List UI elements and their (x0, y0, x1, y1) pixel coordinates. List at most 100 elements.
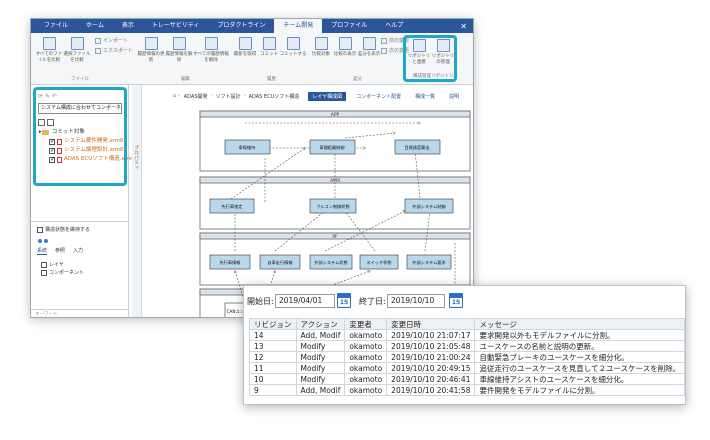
component[interactable]: 先行車推定 (209, 198, 255, 214)
compare-view-icon (338, 37, 352, 50)
diff-icon (362, 37, 376, 50)
export-button[interactable]: エクスポート (95, 47, 133, 54)
export-icon (95, 47, 101, 54)
property-strip[interactable]: プロパティ (132, 85, 142, 317)
tab-view[interactable]: 表示 (113, 19, 143, 33)
all-history-button[interactable]: すべての履歴情報を解除 (193, 37, 229, 64)
filter-item[interactable]: レイヤ (41, 261, 84, 269)
revert-button[interactable]: コミットする (279, 37, 307, 58)
component[interactable]: 先行車情報 (209, 254, 251, 270)
close-icon[interactable]: ✕ (454, 22, 473, 31)
end-date-input[interactable]: 2019/10/10 (387, 294, 445, 308)
home-icon[interactable]: ⌂ › (173, 93, 180, 99)
component-label: 外部システム状態 (314, 259, 347, 266)
calendar-icon[interactable]: 15 (337, 293, 351, 308)
layer-label: APP (331, 112, 340, 118)
table-header: リビジョン アクション 変更者 変更日時 メッセージ (249, 318, 686, 330)
import-icon (95, 37, 101, 44)
group-label-history: 履歴 (267, 77, 276, 82)
app-window: ファイル ホーム 表示 トレーサビリティ プロダクトライン チーム開発 プロファ… (30, 18, 474, 318)
table-row[interactable]: 11 Modify okamoto 2019/10/10 20:49:15 追従走行のユ… (249, 362, 686, 374)
component-label: 外部システム要求 (412, 259, 446, 266)
update-history-button[interactable]: 履歴情報の更新 (137, 37, 165, 64)
divider (31, 221, 129, 222)
column-author[interactable]: 変更者 (344, 318, 388, 330)
column-revision[interactable]: リビジョン (249, 318, 297, 330)
compare-target-icon (314, 37, 328, 50)
component[interactable]: 外部システム状態 (309, 254, 353, 270)
tab-reference[interactable]: 参照 (55, 247, 65, 255)
left-panel: ⟳ ✎ ↶ システム構成に合わせてコンポーネント名を変更しました ▸ コミット対… (31, 85, 135, 317)
breadcrumb-item[interactable]: ソフト設計 (216, 93, 241, 100)
overwrite-button[interactable]: 差分を表示 (355, 37, 383, 58)
tab-structure-list[interactable]: 構成一覧 (411, 92, 439, 101)
filter-item[interactable]: コンポーネント (41, 269, 84, 277)
tab-description[interactable]: 説明 (445, 92, 463, 101)
keyword-input[interactable]: キーワード (31, 309, 129, 317)
column-datetime[interactable]: 変更日時 (386, 318, 476, 330)
ribbon-panel: すべてのファイルを比較 選択ファイルを比較 インポート エクスポート ファイル … (31, 33, 473, 85)
component[interactable]: スイッチ状態 (359, 254, 399, 270)
table-row[interactable]: 12 Modify okamoto 2019/10/10 21:00:24 自動緊急ブレ… (249, 351, 686, 363)
component[interactable]: 目標速度算出 (394, 139, 441, 155)
group-label-diff: 差分 (353, 77, 362, 82)
editor-header: ⌂ › ADAS開発 › ソフト設計 › ADAS ECUソフト構造 レイヤ構成図 … (173, 91, 463, 101)
tab-productline[interactable]: プロダクトライン (208, 19, 274, 33)
unlock-all-icon (204, 37, 218, 50)
table-row[interactable]: 14 Add, Modif okamoto 2019/10/10 21:07:17 要求… (249, 329, 686, 341)
calendar-icon[interactable]: 15 (449, 293, 463, 308)
breadcrumb-item[interactable]: ADAS開発 (184, 93, 208, 100)
component-label: 先行車情報 (220, 259, 242, 266)
checkbox[interactable] (41, 270, 47, 276)
component[interactable]: 外部システム要求 (406, 254, 452, 270)
component-label: 自車走行情報 (267, 259, 293, 266)
column-message[interactable]: メッセージ (474, 318, 686, 330)
left-panel-highlight (33, 87, 127, 186)
tab-help[interactable]: ヘルプ (376, 19, 412, 33)
ribbon-highlight (403, 35, 457, 82)
tab-component-layout[interactable]: コンポーネント配置 (352, 92, 405, 101)
checkbox[interactable] (41, 262, 47, 268)
merge-all-button[interactable]: すべてのファイルを比較 (35, 37, 63, 64)
end-date-label: 終了日: (359, 297, 386, 306)
component-label: クルコン制御状態 (316, 203, 349, 210)
component[interactable]: 自車走行情報 (259, 254, 301, 270)
component[interactable]: 車線維持 (224, 139, 271, 155)
component[interactable]: クルコン制御状態 (309, 198, 357, 214)
breadcrumb-item[interactable]: ADAS ECUソフト構造 (249, 93, 300, 100)
layer-label: PF (332, 234, 338, 240)
download-icon (238, 37, 252, 50)
filter-icon[interactable] (38, 239, 42, 243)
group-label-edit: 編集 (181, 77, 190, 82)
resolve-button[interactable]: 履歴情報を解除 (165, 37, 193, 64)
column-action[interactable]: アクション (295, 318, 346, 330)
main-editor: ⌂ › ADAS開発 › ソフト設計 › ADAS ECUソフト構造 レイヤ構成図 … (143, 85, 473, 317)
maintain-structure-option[interactable]: 構造状態を維持する (37, 226, 90, 233)
tab-layer-diagram[interactable]: レイヤ構成図 (308, 91, 347, 101)
table-row[interactable]: 13 Modify okamoto 2019/10/10 21:05:48 ユースケース… (249, 340, 686, 352)
date-range: 開始日: 2019/04/01 15 終了日: 2019/10/10 15 (244, 293, 685, 309)
tab-profile[interactable]: プロファイル (322, 19, 376, 33)
filter-icon[interactable] (44, 239, 48, 243)
import-button[interactable]: インポート (95, 37, 128, 44)
filter-list: レイヤ コンポーネント (41, 261, 84, 277)
merge-selected-button[interactable]: 選択ファイルを比較 (63, 37, 91, 64)
checkbox[interactable] (37, 226, 43, 233)
start-date-input[interactable]: 2019/04/01 (275, 294, 335, 308)
component-label: 先行車推定 (222, 203, 243, 210)
start-date-label: 開始日: (247, 297, 274, 306)
tab-file[interactable]: ファイル (35, 19, 77, 33)
history-icon (144, 37, 158, 50)
tab-input[interactable]: 入力 (73, 247, 83, 255)
table-row[interactable]: 9 Add, Modif okamoto 2019/10/10 20:41:58 要件開… (249, 384, 686, 396)
component[interactable]: 車間距離制御 (309, 139, 356, 155)
component[interactable]: 外部システム制御 (404, 198, 454, 214)
tab-team-dev[interactable]: チーム開発 (274, 19, 323, 33)
tab-system[interactable]: 系統 (37, 247, 48, 255)
component-label: スイッチ状態 (366, 259, 391, 266)
tab-home[interactable]: ホーム (77, 19, 113, 33)
history-table: リビジョン アクション 変更者 変更日時 メッセージ 14 Add, Modif o… (249, 318, 686, 396)
tab-traceability[interactable]: トレーサビリティ (143, 19, 209, 33)
unlock-icon (172, 37, 186, 50)
table-row[interactable]: 10 Modify okamoto 2019/10/10 20:46:41 車線維持アシ… (249, 373, 686, 385)
